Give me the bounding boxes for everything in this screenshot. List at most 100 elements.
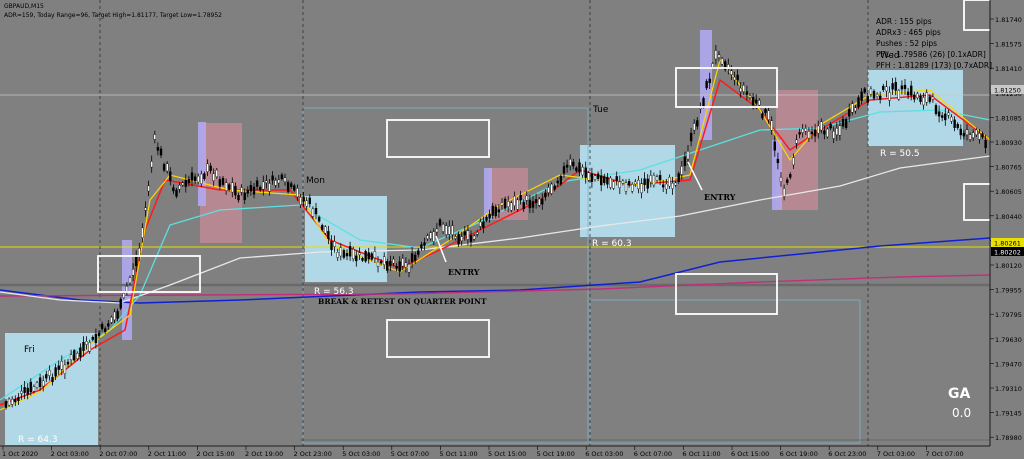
candle-body bbox=[888, 92, 891, 101]
r-label: R = 60.3 bbox=[592, 239, 632, 249]
candle-body bbox=[631, 184, 634, 192]
candle-body bbox=[525, 195, 528, 201]
candle-body bbox=[937, 111, 941, 117]
candle-body bbox=[355, 255, 358, 262]
candle-body bbox=[280, 174, 284, 179]
candle-body bbox=[686, 150, 690, 160]
candle-body bbox=[454, 236, 457, 239]
candle-body bbox=[131, 269, 135, 276]
day-label-fri: Fri bbox=[24, 345, 35, 355]
candle-body bbox=[218, 179, 222, 187]
candle-body bbox=[432, 231, 435, 242]
candle-body bbox=[646, 178, 649, 189]
candle-body bbox=[717, 54, 721, 58]
candle-body bbox=[35, 382, 39, 388]
candle-body bbox=[175, 189, 178, 197]
candle-body bbox=[265, 180, 268, 183]
candle-body bbox=[128, 277, 132, 284]
day-label-mon: Mon bbox=[306, 176, 325, 186]
candle-body bbox=[956, 124, 959, 128]
candle-body bbox=[159, 148, 163, 156]
candle-body bbox=[534, 199, 538, 204]
candle-body bbox=[516, 199, 519, 210]
candle-body bbox=[190, 172, 194, 181]
candle-body bbox=[634, 181, 637, 185]
candle-body bbox=[559, 175, 563, 185]
candle-body bbox=[441, 224, 445, 232]
candle-body bbox=[100, 323, 104, 330]
candle-body bbox=[569, 159, 572, 166]
candle-body bbox=[147, 185, 150, 192]
candle-body bbox=[314, 208, 318, 215]
candle-body bbox=[751, 97, 755, 106]
candle-body bbox=[665, 183, 668, 190]
candle-body bbox=[925, 92, 928, 103]
time-tick-label: 2 Oct 03:00 bbox=[51, 450, 89, 458]
time-tick-label: 2 Oct 19:00 bbox=[245, 450, 283, 458]
candle-body bbox=[398, 261, 401, 272]
candle-body bbox=[782, 188, 786, 197]
candle-body bbox=[984, 140, 987, 149]
price-tick-label: 1.79955 bbox=[995, 287, 1022, 295]
candle-body bbox=[965, 129, 969, 136]
price-badge-label: 1.81250 bbox=[994, 87, 1021, 95]
candle-body bbox=[451, 225, 454, 235]
candle-body bbox=[150, 161, 153, 168]
candle-body bbox=[221, 177, 225, 185]
candle-body bbox=[708, 78, 711, 84]
candle-body bbox=[739, 87, 742, 92]
candle-body bbox=[776, 158, 780, 164]
candle-body bbox=[872, 90, 876, 99]
candle-body bbox=[107, 323, 110, 327]
candle-body bbox=[231, 182, 234, 193]
candle-body bbox=[196, 175, 200, 183]
time-tick-label: 2 Oct 07:00 bbox=[99, 450, 137, 458]
candle-body bbox=[352, 249, 355, 260]
time-tick-label: 6 Oct 15:00 bbox=[731, 450, 769, 458]
candle-body bbox=[311, 208, 315, 217]
candle-body bbox=[156, 147, 160, 151]
price-tick-label: 1.79795 bbox=[995, 311, 1022, 319]
time-tick-label: 6 Oct 03:00 bbox=[585, 450, 623, 458]
time-tick-label: 7 Oct 07:00 bbox=[925, 450, 963, 458]
candle-body bbox=[172, 187, 175, 192]
candle-body bbox=[891, 83, 894, 90]
candle-body bbox=[680, 166, 683, 175]
candle-body bbox=[640, 183, 643, 194]
candle-body bbox=[479, 221, 482, 227]
signal-bar bbox=[484, 168, 492, 220]
candle-body bbox=[414, 254, 417, 261]
candle-body bbox=[17, 397, 20, 401]
candle-body bbox=[29, 381, 32, 393]
candle-body bbox=[302, 197, 305, 202]
stat-pushes: Pushes : 52 pips bbox=[876, 39, 938, 48]
candle-body bbox=[69, 354, 73, 361]
candle-body bbox=[603, 176, 606, 184]
session-box bbox=[305, 196, 387, 282]
candle-body bbox=[755, 99, 758, 104]
candle-body bbox=[60, 360, 63, 370]
candle-body bbox=[770, 120, 773, 131]
price-tick-label: 1.79470 bbox=[995, 360, 1022, 368]
candle-body bbox=[885, 86, 888, 92]
candle-body bbox=[600, 175, 603, 186]
candle-body bbox=[97, 333, 101, 336]
price-chart[interactable]: FriMonTueWedR = 64.3R = 56.3R = 60.3R = … bbox=[0, 0, 1024, 459]
candle-body bbox=[252, 186, 256, 195]
stats-panel: ADR : 155 pips ADRx3 : 465 pips Pushes :… bbox=[876, 16, 992, 71]
candle-body bbox=[962, 132, 966, 137]
candle-body bbox=[764, 108, 767, 113]
time-tick-label: 2 Oct 15:00 bbox=[196, 450, 234, 458]
candle-body bbox=[336, 251, 339, 258]
stat-adrx3: ADRx3 : 465 pips bbox=[876, 28, 941, 37]
r-label: R = 50.5 bbox=[880, 149, 920, 159]
candle-body bbox=[860, 91, 863, 101]
candle-body bbox=[348, 246, 352, 257]
candle-body bbox=[138, 248, 141, 257]
time-tick-label: 6 Oct 23:00 bbox=[828, 450, 866, 458]
candle-body bbox=[38, 377, 42, 388]
candle-body bbox=[410, 253, 414, 262]
candle-body bbox=[593, 175, 597, 180]
signal-bar bbox=[198, 122, 206, 206]
candle-body bbox=[677, 173, 680, 182]
